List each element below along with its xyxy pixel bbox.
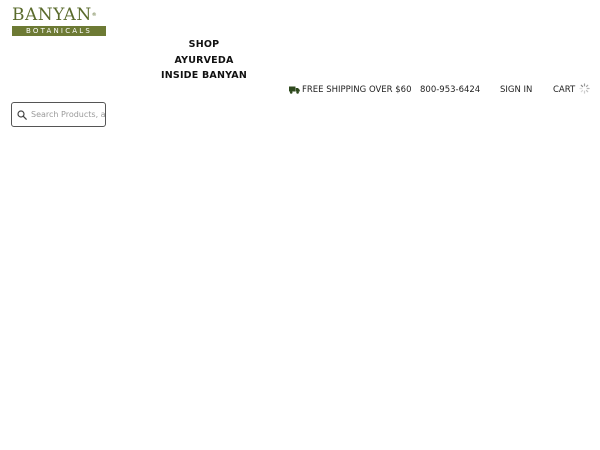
nav-item-inside-banyan[interactable]: INSIDE BANYAN bbox=[161, 68, 247, 84]
logo-wordmark: BANYAN® bbox=[12, 6, 107, 24]
sign-in-link[interactable]: SIGN IN bbox=[500, 84, 532, 96]
search-box bbox=[11, 102, 107, 127]
cart-label: CART bbox=[553, 85, 576, 95]
spinner-icon bbox=[579, 82, 590, 94]
banyan-logo[interactable]: BANYAN® BOTANICALS bbox=[12, 6, 107, 38]
nav-item-shop[interactable]: SHOP bbox=[189, 37, 220, 53]
nav-item-ayurveda[interactable]: AYURVEDA bbox=[174, 53, 233, 69]
logo-word: BANYAN bbox=[12, 5, 92, 25]
phone-link[interactable]: 800-953-6424 bbox=[420, 84, 480, 96]
main-nav: SHOP AYURVEDA INSIDE BANYAN bbox=[150, 37, 258, 84]
page: BANYAN® BOTANICALS SHOP AYURVEDA INSIDE … bbox=[0, 0, 600, 450]
free-shipping-link[interactable]: FREE SHIPPING OVER $60 bbox=[289, 84, 412, 96]
logo-tagline: BOTANICALS bbox=[12, 26, 106, 36]
truck-icon bbox=[289, 86, 300, 94]
search-icon[interactable] bbox=[17, 109, 27, 120]
registered-mark: ® bbox=[91, 12, 98, 18]
search-input[interactable] bbox=[27, 110, 107, 119]
cart-link[interactable]: CART bbox=[553, 82, 590, 96]
free-shipping-text: FREE SHIPPING OVER $60 bbox=[302, 85, 412, 95]
